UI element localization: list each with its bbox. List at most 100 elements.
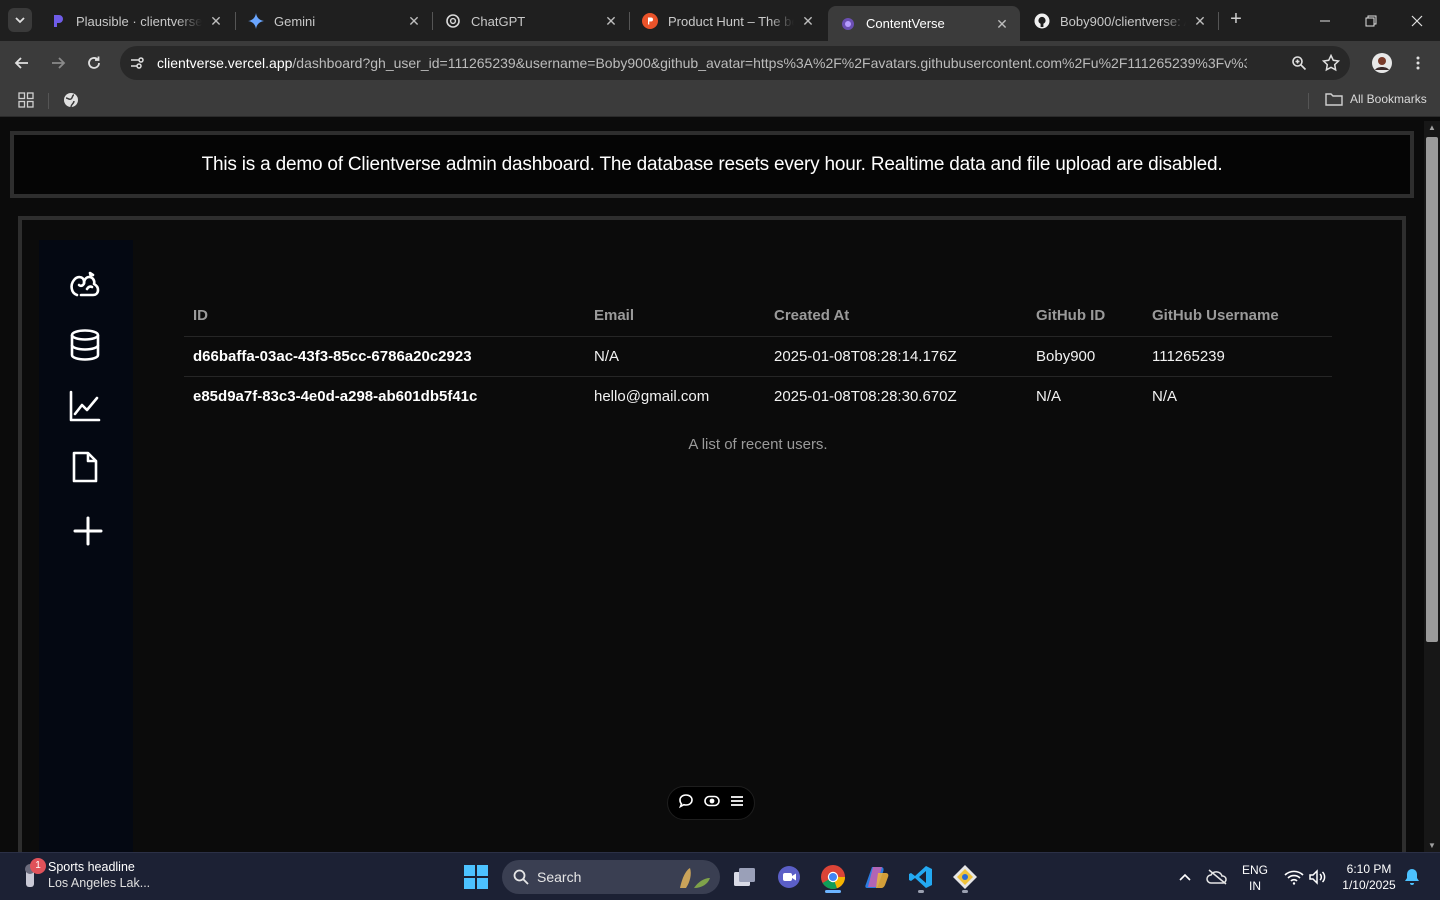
bookmarks-bar: All Bookmarks (0, 85, 1440, 117)
sidebar-item-database[interactable] (66, 326, 104, 364)
profile-avatar[interactable] (1368, 49, 1396, 77)
cell-github-username: 111265239 (1143, 336, 1332, 377)
bookmark-globe[interactable] (63, 92, 79, 108)
globe-icon (64, 93, 78, 108)
tab-plausible[interactable]: Plausible · clientverse.ve ✕ (38, 6, 234, 36)
github-icon (1034, 13, 1050, 29)
scroll-up-arrow-icon[interactable]: ▲ (1428, 123, 1436, 132)
tab-gemini[interactable]: Gemini ✕ (236, 6, 432, 36)
tab-search-button[interactable] (8, 8, 32, 32)
forward-button[interactable] (44, 49, 72, 77)
tray-network-volume[interactable] (1276, 859, 1336, 895)
folder-icon (1325, 93, 1343, 106)
table-row[interactable]: d66baffa-03ac-43f3-85cc-6786a20c2923 N/A… (184, 336, 1332, 377)
site-settings-icon[interactable] (123, 49, 151, 77)
scrollbar-thumb[interactable] (1426, 137, 1438, 642)
zoom-icon[interactable] (1290, 54, 1308, 72)
sidebar-home-logo[interactable] (66, 264, 104, 302)
new-tab-button[interactable]: + (1224, 8, 1248, 32)
taskbar-git-app[interactable] (947, 859, 983, 895)
url-text[interactable]: clientverse.vercel.app/dashboard?gh_user… (157, 55, 1247, 71)
language-indicator[interactable]: ENG IN (1238, 862, 1272, 894)
minimize-button[interactable] (1302, 0, 1348, 41)
meet-now-icon (778, 866, 800, 888)
analytics-chart-icon (69, 390, 101, 422)
close-icon[interactable]: ✕ (994, 16, 1010, 32)
sidebar-item-analytics[interactable] (66, 387, 104, 425)
wifi-icon (1284, 870, 1304, 885)
page-viewport: This is a demo of Clientverse admin dash… (0, 121, 1424, 852)
column-header-created-at: Created At (765, 295, 1027, 337)
taskbar-teams-meet[interactable] (771, 859, 807, 895)
start-button[interactable] (458, 859, 494, 895)
sidebar-item-files[interactable] (66, 448, 104, 486)
close-icon (1411, 15, 1423, 26)
news-title: Sports headline (48, 860, 135, 874)
tab-chatgpt[interactable]: ChatGPT ✕ (433, 6, 629, 36)
volume-icon (1309, 869, 1326, 885)
scroll-down-arrow-icon[interactable]: ▼ (1428, 841, 1436, 850)
page-scrollbar[interactable]: ▲ ▼ (1424, 121, 1440, 852)
close-icon[interactable]: ✕ (603, 13, 619, 29)
close-icon[interactable]: ✕ (208, 13, 224, 29)
close-icon[interactable]: ✕ (1192, 13, 1208, 29)
clock-time: 6:10 PM (1346, 862, 1392, 876)
sidebar (39, 240, 133, 852)
dashboard-shell: ID Email Created At GitHub ID GitHub Use… (18, 216, 1406, 852)
browser-menu-button[interactable] (1404, 49, 1432, 77)
clock[interactable]: 6:10 PM 1/10/2025 (1336, 861, 1402, 893)
taskbar-task-view[interactable] (727, 859, 763, 895)
table-row[interactable]: e85d9a7f-83c3-4e0d-a298-ab601db5f41c hel… (184, 376, 1332, 416)
taskbar-copilot[interactable] (859, 859, 895, 895)
url-path: /dashboard?gh_user_id=111265239&username… (292, 55, 1247, 71)
column-header-github-username: GitHub Username (1143, 295, 1332, 337)
floating-toolbar (667, 786, 755, 820)
back-button[interactable] (8, 49, 36, 77)
windows-taskbar: 1 Sports headline Los Angeles Lak... Sea… (0, 852, 1440, 900)
file-icon (72, 451, 98, 483)
search-label: Search (537, 869, 582, 885)
restore-icon (1365, 15, 1377, 26)
cell-email: N/A (585, 336, 765, 377)
cell-created-at: 2025-01-08T08:28:14.176Z (765, 336, 1027, 377)
taskbar-vscode[interactable] (903, 859, 939, 895)
address-bar[interactable]: clientverse.vercel.app/dashboard?gh_user… (120, 46, 1350, 80)
close-icon[interactable]: ✕ (406, 13, 422, 29)
restore-button[interactable] (1348, 0, 1394, 41)
column-header-email: Email (585, 295, 765, 337)
news-widget[interactable]: 1 Sports headline Los Angeles Lak... (20, 858, 151, 891)
notifications-button[interactable] (1395, 859, 1429, 895)
close-icon[interactable]: ✕ (800, 13, 816, 29)
news-subtitle: Los Angeles Lak... (48, 876, 151, 890)
all-bookmarks-button[interactable]: All Bookmarks (1325, 92, 1427, 106)
demo-banner: This is a demo of Clientverse admin dash… (10, 131, 1414, 198)
language-code: ENG (1241, 863, 1268, 877)
tab-title: Plausible · clientverse.ve (76, 13, 202, 29)
taskbar-chrome[interactable] (815, 859, 851, 895)
tray-onedrive[interactable] (1199, 859, 1235, 895)
cell-id: d66baffa-03ac-43f3-85cc-6786a20c2923 (184, 336, 585, 377)
database-icon (70, 329, 100, 361)
close-window-button[interactable] (1394, 0, 1440, 41)
comment-icon[interactable] (678, 793, 694, 814)
tray-overflow-button[interactable] (1167, 859, 1203, 895)
chevron-up-icon (1179, 873, 1191, 881)
bookmark-star-icon[interactable] (1322, 54, 1340, 72)
tab-producthunt[interactable]: Product Hunt – The bes ✕ (630, 6, 826, 36)
sidebar-add-button[interactable] (69, 512, 107, 550)
taskbar-search[interactable]: Search (502, 860, 720, 894)
cell-email: hello@gmail.com (594, 387, 710, 405)
all-bookmarks-label: All Bookmarks (1350, 92, 1427, 106)
squirrel-logo-icon (70, 271, 100, 297)
menu-icon[interactable] (730, 794, 744, 813)
reload-button[interactable] (80, 49, 108, 77)
kebab-menu-icon (1416, 56, 1420, 70)
reload-icon (88, 56, 100, 69)
tab-contentverse[interactable]: ContentVerse ✕ (828, 6, 1020, 41)
tab-github[interactable]: Boby900/clientverse: A ✕ (1022, 6, 1218, 36)
apps-button[interactable] (18, 92, 34, 108)
tab-title: Product Hunt – The bes (668, 13, 794, 29)
toggle-icon[interactable] (704, 793, 720, 814)
producthunt-icon (642, 13, 658, 29)
contentverse-icon (840, 16, 856, 32)
